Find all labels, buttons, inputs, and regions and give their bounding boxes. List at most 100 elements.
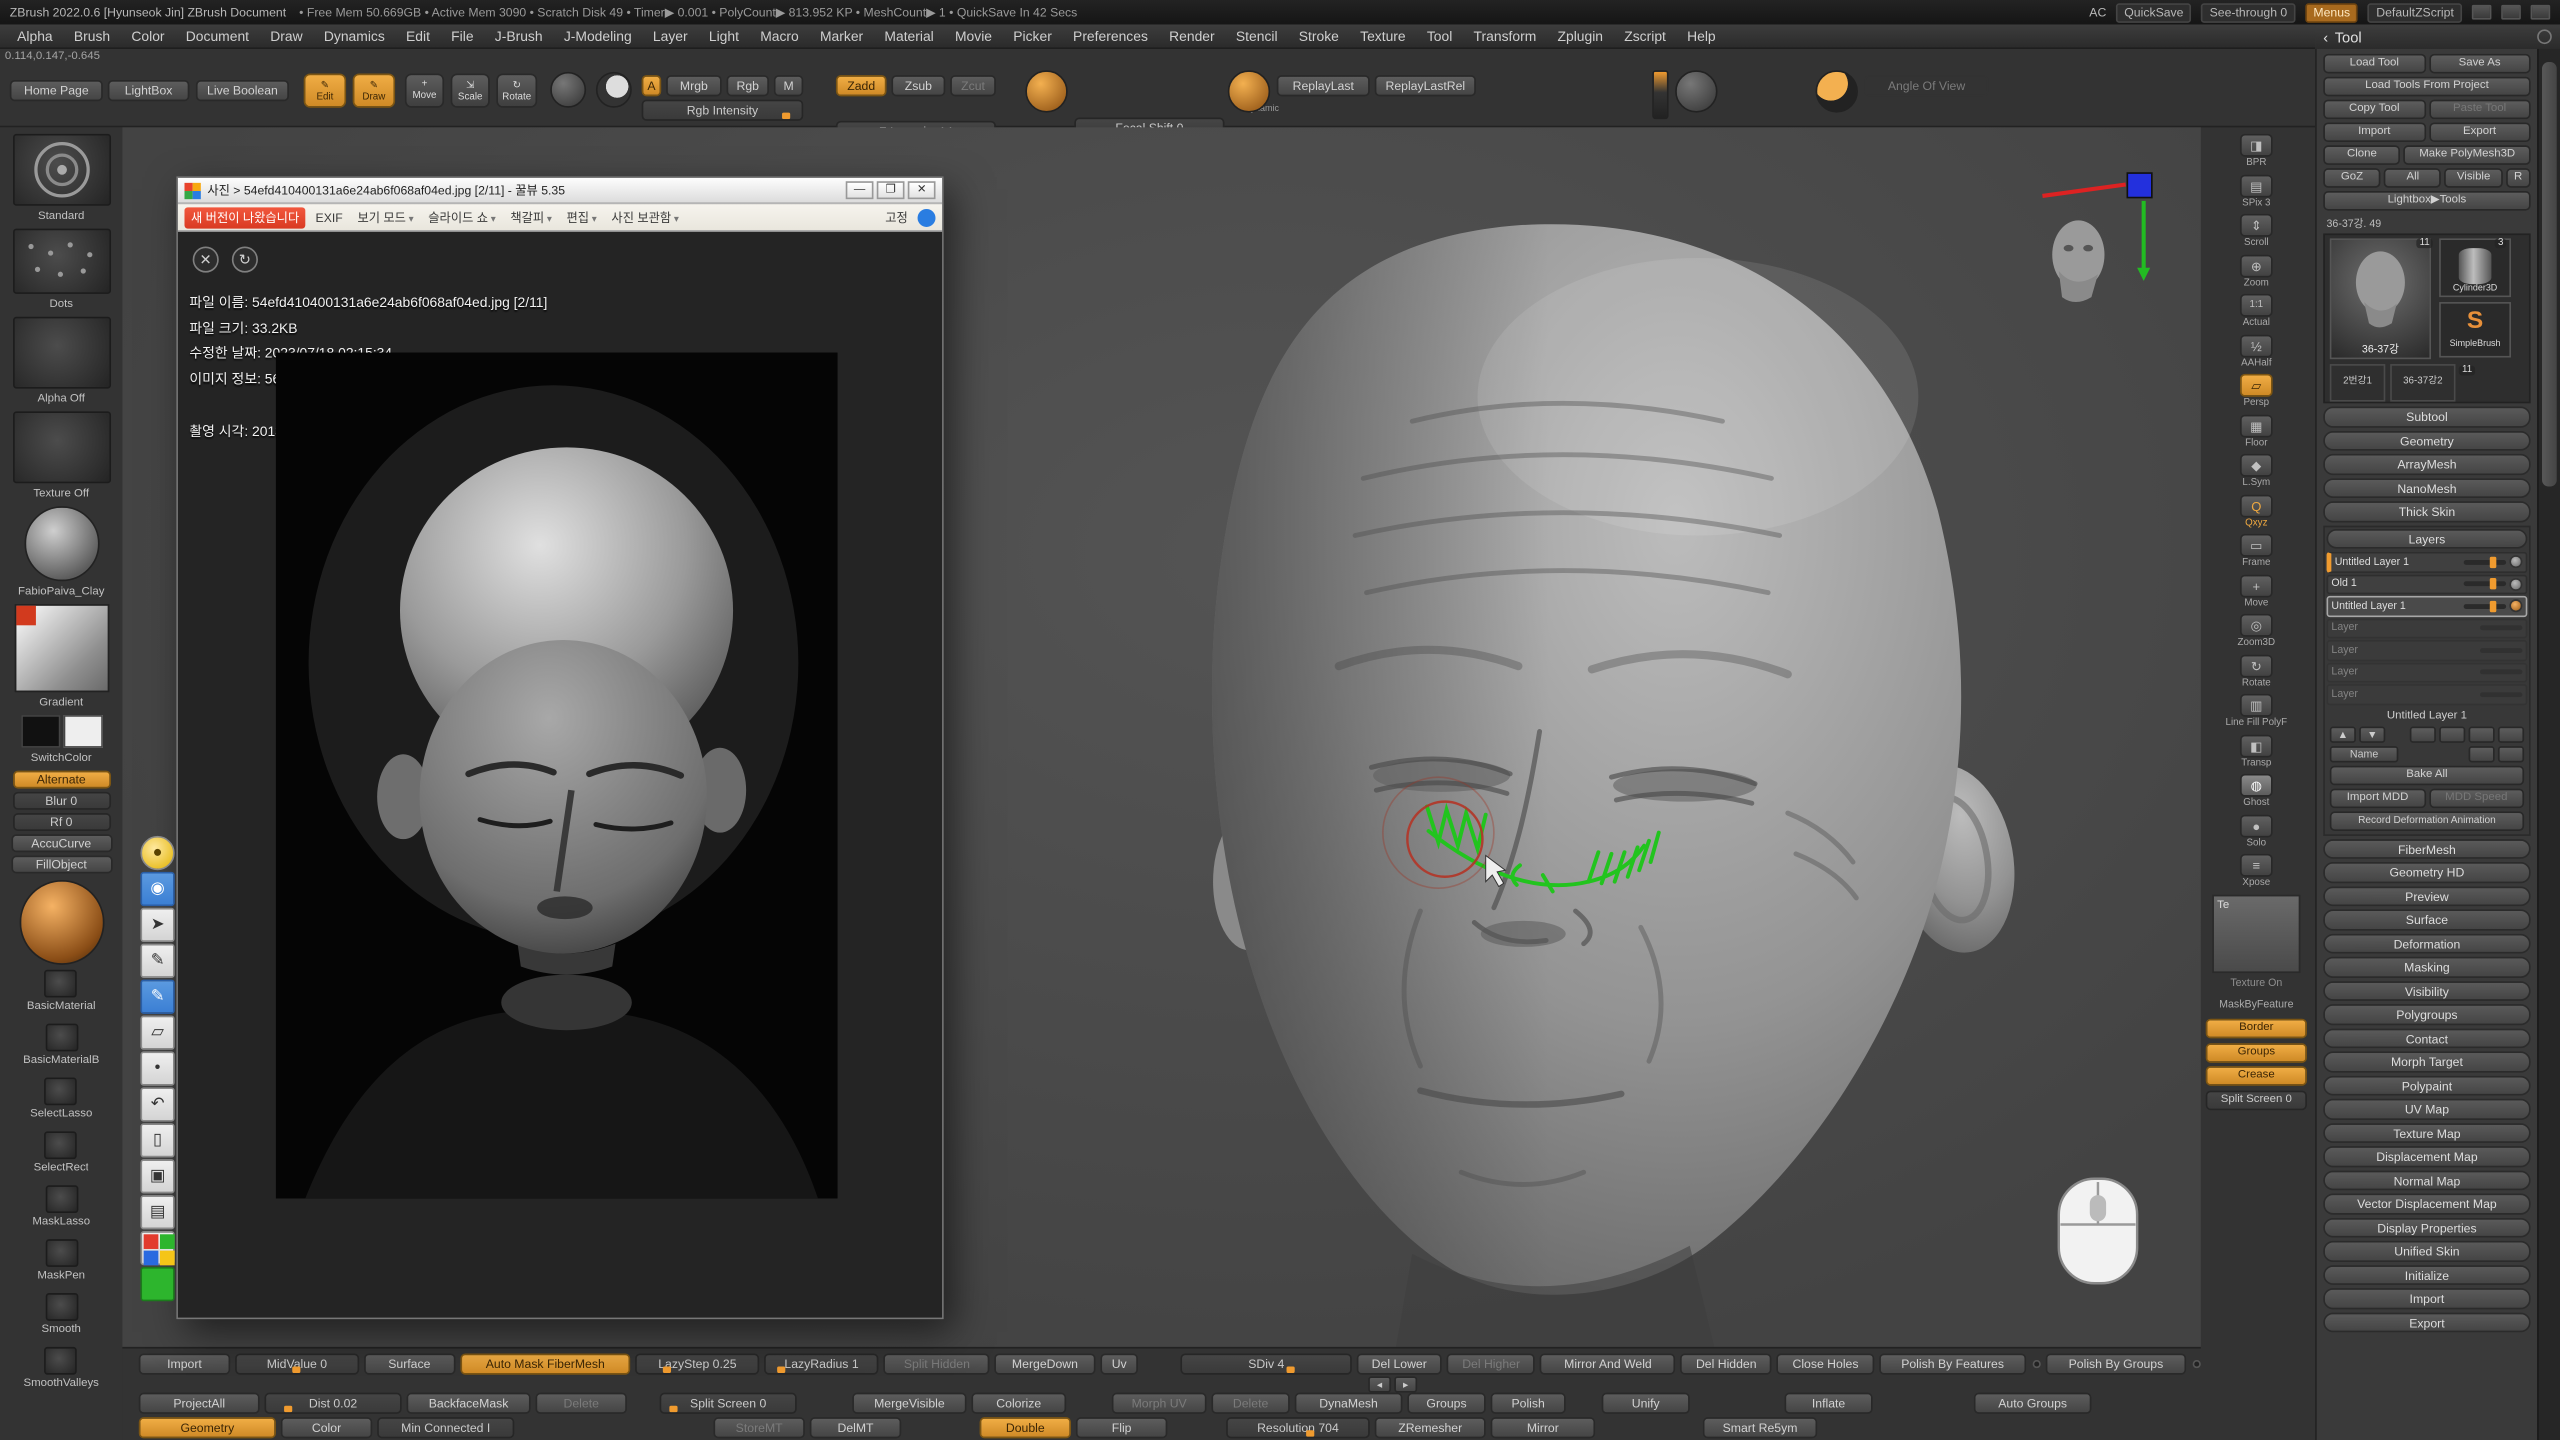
menu-item[interactable]: Color — [121, 24, 175, 47]
morph-uv-button[interactable]: Morph UV — [1112, 1393, 1207, 1414]
goz-all-button[interactable]: All — [2384, 168, 2442, 188]
palette-section[interactable]: NanoMesh — [2323, 478, 2530, 498]
persp-button[interactable]: ▱Persp — [2240, 374, 2273, 410]
rotate-button[interactable]: ↻Rotate — [496, 73, 537, 107]
shelf-item[interactable]: SelectLasso — [30, 1078, 92, 1127]
mouse-icon[interactable]: ▯ — [140, 1123, 174, 1157]
zadd-button[interactable]: Zadd — [836, 75, 887, 96]
replay-icon[interactable] — [1228, 70, 1270, 112]
view-mode-menu[interactable]: 보기 모드 — [353, 207, 419, 228]
quicksave-button[interactable]: QuickSave — [2116, 2, 2192, 22]
cursor-icon[interactable]: ➤ — [140, 908, 174, 942]
clipboard-icon[interactable]: ▤ — [140, 1195, 174, 1229]
blur-slider[interactable]: Blur 0 — [12, 792, 110, 810]
tool-thumbnail-small1[interactable]: 2번강1 — [2330, 364, 2386, 402]
menu-item[interactable]: Edit — [395, 24, 440, 47]
maximize-button[interactable]: ❐ — [877, 181, 905, 199]
zoom3d-button[interactable]: ◎Zoom3D — [2238, 614, 2276, 650]
palette-section[interactable]: Geometry HD — [2323, 862, 2530, 882]
menus-button[interactable]: Menus — [2305, 2, 2358, 22]
flip-button[interactable]: Flip — [1076, 1417, 1167, 1438]
polish-groups-toggle[interactable] — [2193, 1360, 2201, 1368]
draw-button[interactable]: ✎Draw — [353, 73, 395, 107]
mdd-speed-slider[interactable]: MDD Speed — [2429, 788, 2525, 808]
sdiv-right-arrow[interactable]: ▸ — [1394, 1376, 1417, 1392]
floor-button[interactable]: ▦Floor — [2240, 414, 2273, 450]
tool-thumbnail-small2[interactable]: 36-37강2 — [2390, 364, 2455, 402]
menu-item[interactable]: Render — [1159, 24, 1226, 47]
replay-last-button[interactable]: ReplayLast — [1277, 75, 1370, 96]
menu-item[interactable]: Stroke — [1288, 24, 1349, 47]
surface-button[interactable]: Surface — [364, 1353, 455, 1374]
current-tool-thumbnail[interactable]: 36-37강 — [2330, 238, 2431, 359]
alternate-button[interactable]: Alternate — [12, 771, 110, 789]
linefill-button[interactable]: ▥Line Fill PolyF — [2216, 694, 2298, 730]
layer-row[interactable]: Layer — [2327, 662, 2528, 682]
active-material-sphere[interactable] — [19, 880, 104, 965]
color-a-chip[interactable]: A — [642, 75, 662, 96]
record-deformation-button[interactable]: Record Deformation Animation — [2330, 811, 2524, 831]
palette-section[interactable]: Normal Map — [2323, 1170, 2530, 1190]
texture-thumbnail[interactable] — [12, 411, 110, 483]
color-swatch-green[interactable] — [140, 1267, 174, 1301]
angle-of-view-button[interactable]: Angle Of View — [1864, 75, 1988, 96]
pin-toggle[interactable]: 고정 — [880, 207, 912, 228]
min-connected-slider[interactable]: Min Connected I — [377, 1417, 514, 1438]
close-holes-button[interactable]: Close Holes — [1777, 1353, 1874, 1374]
close-button[interactable]: ✕ — [908, 181, 936, 199]
palette-section[interactable]: Polygroups — [2323, 1004, 2530, 1024]
photo-library-menu[interactable]: 사진 보관함 — [607, 207, 684, 228]
undo-icon[interactable]: ↶ — [140, 1087, 174, 1121]
menu-item[interactable]: Texture — [1350, 24, 1417, 47]
menu-item[interactable]: Draw — [260, 24, 314, 47]
delete-button-2[interactable]: Delete — [1211, 1393, 1289, 1414]
alpha-thumbnail[interactable] — [12, 317, 110, 389]
menu-item[interactable]: Macro — [750, 24, 810, 47]
uv-button[interactable]: Uv — [1100, 1353, 1139, 1374]
palette-section[interactable]: Deformation — [2323, 933, 2530, 953]
unify-button[interactable]: Unify — [1602, 1393, 1690, 1414]
layer-down-button[interactable]: ▼ — [2359, 726, 2385, 742]
menu-item[interactable]: J-Brush — [484, 24, 553, 47]
mirror-button[interactable]: Mirror — [1491, 1417, 1595, 1438]
menu-item[interactable]: Help — [1677, 24, 1727, 47]
layer-row[interactable]: Untitled Layer 1 — [2327, 552, 2528, 572]
accucurve-button[interactable]: AccuCurve — [11, 834, 112, 852]
menu-item[interactable]: J-Modeling — [553, 24, 642, 47]
pin-icon[interactable]: ● — [140, 836, 174, 870]
menu-item[interactable]: Light — [698, 24, 749, 47]
zoom-button[interactable]: ⊕Zoom — [2240, 254, 2273, 290]
xpose-button[interactable]: ≡Xpose — [2240, 854, 2273, 890]
photo-image[interactable] — [276, 353, 838, 1199]
mirror-and-weld-button[interactable]: Mirror And Weld — [1540, 1353, 1675, 1374]
layer-icon-button-1[interactable] — [2469, 745, 2495, 761]
shelf-item[interactable]: Smooth — [42, 1293, 81, 1342]
zremesher-button[interactable]: ZRemesher — [1375, 1417, 1486, 1438]
dynamesh-button[interactable]: DynaMesh — [1295, 1393, 1403, 1414]
polish-features-toggle[interactable] — [2033, 1360, 2041, 1368]
fiber-import-button[interactable]: Import — [139, 1353, 230, 1374]
export-button[interactable]: Export — [2429, 122, 2531, 142]
menu-item[interactable]: Alpha — [7, 24, 64, 47]
palette-section[interactable]: Geometry — [2323, 430, 2530, 450]
delmt-button[interactable]: DelMT — [810, 1417, 901, 1438]
bookmark-menu[interactable]: 책갈피 — [505, 207, 556, 228]
dot-icon[interactable]: • — [140, 1051, 174, 1085]
del-hidden-button[interactable]: Del Hidden — [1681, 1353, 1772, 1374]
layer-name-button[interactable]: Name — [2330, 745, 2399, 761]
palette-section[interactable]: Texture Map — [2323, 1122, 2530, 1142]
default-zscript-button[interactable]: DefaultZScript — [2368, 2, 2462, 22]
menu-item[interactable]: Material — [874, 24, 945, 47]
material-thumbnail[interactable] — [24, 506, 99, 581]
solo-button[interactable]: ●Solo — [2240, 814, 2273, 850]
layer-eye-icon[interactable] — [2509, 556, 2522, 569]
slideshow-menu[interactable]: 슬라이드 쇼 — [423, 207, 500, 228]
delete-button-1[interactable]: Delete — [536, 1393, 627, 1414]
goz-r-button[interactable]: R — [2506, 168, 2531, 188]
collapse-chevron-icon[interactable]: ‹ — [2323, 29, 2328, 45]
goz-button[interactable]: GoZ — [2323, 168, 2381, 188]
lazyradius-slider[interactable]: LazyRadius 1 — [764, 1353, 879, 1374]
palette-icon[interactable] — [140, 1231, 174, 1265]
bpr-button[interactable]: ◨BPR — [2240, 134, 2273, 170]
rgb-button[interactable]: Rgb — [727, 75, 769, 96]
